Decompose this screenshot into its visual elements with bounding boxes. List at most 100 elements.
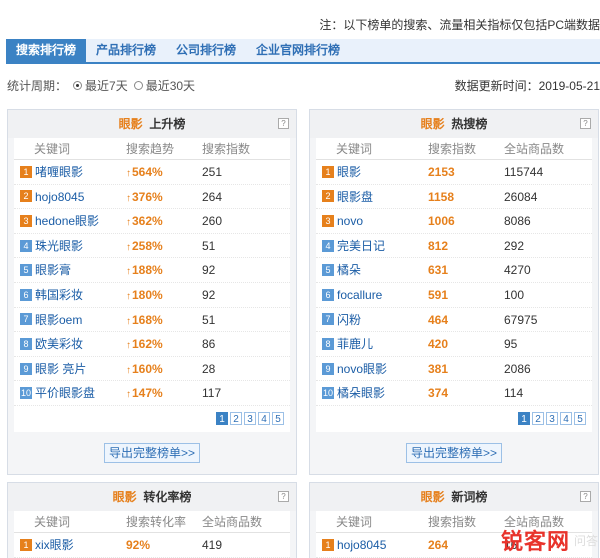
radio-last-7-days[interactable]: 最近7天	[73, 77, 128, 94]
keyword-cell: 10 橘朵眼影	[316, 381, 428, 405]
page-link-2[interactable]: 2	[532, 412, 544, 426]
keyword-link[interactable]: novo	[337, 214, 363, 228]
table-row: 10 橘朵眼影 374 114	[316, 381, 592, 406]
col-keyword: 关键词	[34, 142, 71, 156]
trend-value: 188%	[126, 258, 202, 282]
trend-value: 160%	[126, 357, 202, 381]
rank-badge: 7	[322, 313, 334, 326]
stat-period: 统计周期： 最近7天 最近30天	[7, 77, 195, 94]
tab-company-ranking[interactable]: 公司排行榜	[166, 39, 246, 62]
keyword-link[interactable]: 啫喱眼影	[35, 165, 83, 179]
keyword-link[interactable]: 珠光眼影	[35, 239, 83, 253]
keyword-link[interactable]: 欧美彩妆	[35, 337, 83, 351]
keyword-cell: 9 novo眼影	[316, 357, 428, 381]
panel-footer: 导出完整榜单>>	[310, 432, 598, 474]
help-icon[interactable]: ?	[580, 491, 591, 502]
page-link-1[interactable]: 1	[518, 412, 530, 426]
rank-badge: 9	[20, 362, 32, 375]
table-row: 9 novo眼影 381 2086	[316, 357, 592, 382]
trend-value: 168%	[126, 308, 202, 332]
keyword-cell: 1 xix眼影	[14, 533, 126, 557]
conversion-ranking-panel: 眼影 转化率榜 ? 关键词 搜索转化率 全站商品数 1 xix眼影 92% 419	[7, 482, 297, 558]
page-link-5[interactable]: 5	[574, 412, 586, 426]
keyword-cell: 7 眼影oem	[14, 308, 126, 332]
keyword-link[interactable]: 眼影	[337, 165, 361, 179]
help-icon[interactable]: ?	[278, 118, 289, 129]
page-link-4[interactable]: 4	[258, 412, 270, 426]
metric-value: 92%	[126, 538, 151, 552]
page-link-4[interactable]: 4	[560, 412, 572, 426]
trend-value: 147%	[126, 381, 202, 405]
rank-badge: 1	[20, 538, 32, 551]
count-value: 92	[202, 263, 216, 278]
page-link-1[interactable]: 1	[216, 412, 228, 426]
count-value: 264	[202, 189, 223, 204]
trend-value: 564%	[126, 160, 202, 184]
keyword-link[interactable]: 闪粉	[337, 313, 361, 327]
hot-pager: 12345	[316, 405, 592, 432]
count-value: 86	[202, 337, 216, 352]
keyword-cell: 9 眼影 亮片	[14, 357, 126, 381]
table-row: 8 菲鹿儿 420 95	[316, 332, 592, 357]
keyword-link[interactable]: 眼影膏	[35, 263, 71, 277]
keyword-cell: 6 focallure	[316, 283, 428, 307]
keyword-link[interactable]: 眼影盘	[337, 190, 373, 204]
count-value: 115744	[504, 165, 544, 179]
keyword-cell: 2 hojo8045	[14, 185, 126, 209]
keyword-link[interactable]: hedone眼影	[35, 214, 99, 228]
keyword-link[interactable]: hojo8045	[337, 538, 386, 552]
keyword-link[interactable]: 平价眼影盘	[35, 386, 95, 400]
export-full-list-button[interactable]: 导出完整榜单>>	[405, 442, 503, 463]
count-value: 28	[202, 361, 216, 376]
keyword-link[interactable]: xix眼影	[35, 538, 74, 552]
keyword-link[interactable]: 橘朵	[337, 263, 361, 277]
tab-search-ranking[interactable]: 搜索排行榜	[6, 39, 87, 62]
keyword-link[interactable]: 眼影 亮片	[35, 362, 86, 376]
page-link-3[interactable]: 3	[546, 412, 558, 426]
count-value: 292	[504, 238, 525, 253]
rank-badge: 4	[20, 239, 32, 252]
keyword-link[interactable]: 菲鹿儿	[337, 337, 373, 351]
count-value: 92	[202, 287, 216, 302]
count-value: 260	[202, 214, 223, 229]
col-metric: 搜索指数	[428, 142, 477, 156]
help-icon[interactable]: ?	[278, 491, 289, 502]
count-value: 67975	[504, 312, 538, 327]
keyword-link[interactable]: 完美日记	[337, 239, 385, 253]
count-value: 4270	[504, 263, 531, 278]
rising-table: 关键词搜索趋势搜索指数1啫喱眼影564%2512hojo8045376%2643…	[14, 138, 290, 406]
help-icon[interactable]: ?	[580, 118, 591, 129]
panel-footer: 导出完整榜单>>	[8, 432, 296, 474]
keyword-link[interactable]: novo眼影	[337, 362, 387, 376]
panel-title: 眼影 上升榜 ?	[8, 110, 296, 138]
col-metric: 搜索趋势	[126, 142, 175, 156]
trend-value: 362%	[126, 209, 202, 233]
page-link-5[interactable]: 5	[272, 412, 284, 426]
count-value: 26084	[504, 189, 538, 204]
count-value: 114	[504, 386, 524, 401]
period-label: 统计周期：	[7, 79, 68, 93]
count-value: 2086	[504, 361, 531, 376]
watermark-sub: 问答	[573, 533, 598, 548]
count-value: 51	[202, 238, 216, 253]
table-row: 9眼影 亮片160%28	[14, 357, 290, 382]
keyword-link[interactable]: 橘朵眼影	[337, 386, 385, 400]
trend-value: 162%	[126, 332, 202, 356]
page-link-3[interactable]: 3	[244, 412, 256, 426]
keyword-cell: 3 novo	[316, 209, 428, 233]
metric-value: 1158	[428, 189, 455, 204]
tab-product-ranking[interactable]: 产品排行榜	[86, 39, 166, 62]
keyword-link[interactable]: focallure	[337, 288, 382, 302]
keyword-link[interactable]: 眼影oem	[35, 313, 82, 327]
keyword-link[interactable]: hojo8045	[35, 190, 84, 204]
rank-badge: 8	[322, 337, 334, 350]
keyword-link[interactable]: 韩国彩妆	[35, 288, 83, 302]
keyword-cell: 3 hedone眼影	[14, 209, 126, 233]
tab-website-ranking[interactable]: 企业官网排行榜	[246, 39, 350, 62]
rank-badge: 2	[322, 190, 334, 203]
radio-last-30-days[interactable]: 最近30天	[133, 77, 195, 94]
table-row: 5 橘朵 631 4270	[316, 258, 592, 283]
metric-value: 2153	[428, 165, 455, 179]
export-full-list-button[interactable]: 导出完整榜单>>	[103, 442, 201, 463]
page-link-2[interactable]: 2	[230, 412, 242, 426]
